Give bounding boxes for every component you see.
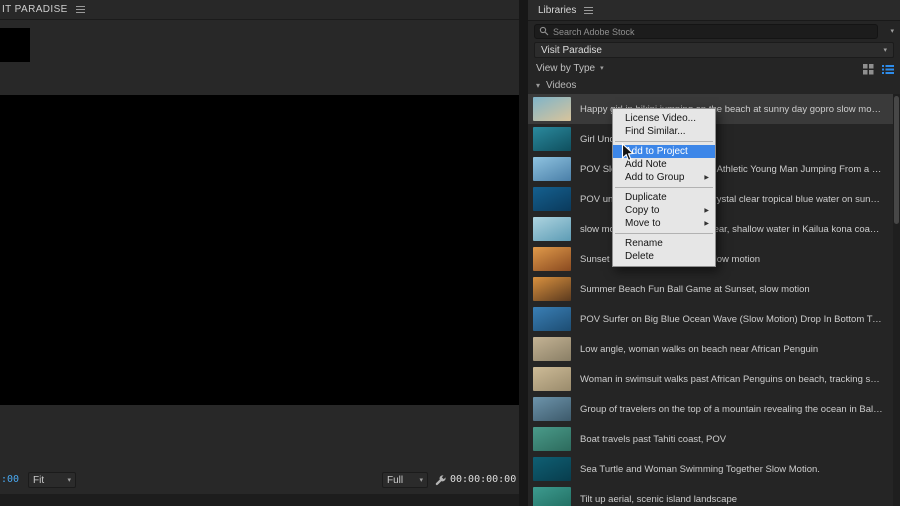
chevron-down-icon: ▾ [883, 46, 887, 54]
video-list-item[interactable]: Group of travelers on the top of a mount… [528, 394, 893, 424]
video-title: Tilt up aerial, scenic island landscape [580, 493, 738, 505]
video-thumbnail [533, 337, 571, 361]
video-list-item[interactable]: Tilt up aerial, scenic island landscape [528, 484, 893, 506]
video-thumbnail [533, 427, 571, 451]
context-menu-item[interactable]: Rename ▶ [613, 237, 715, 250]
panel-menu-icon[interactable] [75, 4, 85, 15]
context-menu-item[interactable]: Add to Group ▶ [613, 171, 715, 184]
video-title: Boat travels past Tahiti coast, POV [580, 433, 727, 445]
menu-item-label: Duplicate [625, 192, 667, 203]
menu-separator [615, 141, 713, 142]
submenu-arrow-icon: ▶ [704, 220, 709, 227]
search-icon [539, 23, 549, 41]
chevron-down-icon[interactable]: ▾ [890, 28, 894, 35]
chevron-down-icon: ▾ [67, 476, 71, 484]
video-thumbnail [533, 487, 571, 506]
panel-bottom-strip [0, 494, 519, 506]
video-thumbnail [533, 127, 571, 151]
panel-menu-icon[interactable] [584, 5, 594, 16]
settings-wrench-icon[interactable] [434, 474, 447, 487]
chevron-down-icon: ▾ [600, 65, 604, 72]
video-preview-fragment [0, 28, 30, 62]
context-menu-item[interactable]: Find Similar... ▶ [613, 125, 715, 138]
context-menu: License Video... ▶ Find Similar... ▶ Add… [612, 108, 716, 267]
zoom-level-dropdown[interactable]: Fit ▾ [28, 472, 76, 488]
video-thumbnail [533, 307, 571, 331]
videos-section-header[interactable]: ▾ Videos [528, 78, 900, 93]
duration-timecode: 00:00:00:00 [450, 474, 517, 485]
libraries-tab-label[interactable]: Libraries [528, 5, 576, 16]
search-input[interactable] [553, 26, 873, 37]
context-menu-item[interactable]: Add to Project ▶ [613, 145, 715, 158]
search-row: ▾ [528, 24, 900, 40]
menu-item-label: Copy to [625, 205, 660, 216]
menu-item-label: Add to Project [625, 146, 688, 157]
panel-divider[interactable] [519, 0, 528, 506]
playback-resolution-value: Full [387, 474, 404, 486]
video-thumbnail [533, 187, 571, 211]
library-selector-dropdown[interactable]: Visit Paradise ▾ [534, 42, 894, 58]
video-title: Woman in swimsuit walks past African Pen… [580, 373, 884, 385]
context-menu-item[interactable]: License Video... ▶ [613, 112, 715, 125]
video-title: Group of travelers on the top of a mount… [580, 403, 893, 415]
libraries-header: Libraries [528, 0, 900, 21]
program-monitor-viewport [0, 95, 519, 405]
video-title: POV Surfer on Big Blue Ocean Wave (Slow … [580, 313, 893, 325]
video-thumbnail [533, 367, 571, 391]
menu-item-label: Move to [625, 218, 661, 229]
library-name: Visit Paradise [541, 44, 602, 56]
video-title: Sea Turtle and Woman Swimming Together S… [580, 463, 820, 475]
menu-item-label: Add to Group [625, 172, 685, 183]
menu-item-label: Rename [625, 238, 663, 249]
video-list-item[interactable]: Sea Turtle and Woman Swimming Together S… [528, 454, 893, 484]
video-thumbnail [533, 277, 571, 301]
video-thumbnail [533, 97, 571, 121]
menu-item-label: Delete [625, 251, 654, 262]
current-timecode[interactable]: :00 [1, 474, 19, 485]
view-by-label: View by Type [536, 63, 596, 74]
scrollbar-track[interactable] [893, 94, 900, 506]
context-menu-item[interactable]: Add Note ▶ [613, 158, 715, 171]
panel-tab-label[interactable]: IT PARADISE [0, 4, 68, 15]
menu-separator [615, 187, 713, 188]
video-list-item[interactable]: Boat travels past Tahiti coast, POV [528, 424, 893, 454]
video-list-item[interactable]: Woman in swimsuit walks past African Pen… [528, 364, 893, 394]
menu-item-label: Add Note [625, 159, 667, 170]
menu-item-label: License Video... [625, 113, 696, 124]
video-list-item[interactable]: POV Surfer on Big Blue Ocean Wave (Slow … [528, 304, 893, 334]
search-box[interactable] [534, 24, 878, 39]
program-monitor-panel: IT PARADISE :00 Fit ▾ Full ▾ 00:00:00:00 [0, 0, 519, 506]
menu-item-label: Find Similar... [625, 126, 686, 137]
video-thumbnail [533, 457, 571, 481]
chevron-down-icon: ▾ [419, 476, 423, 484]
monitor-controls-bar: :00 Fit ▾ Full ▾ 00:00:00:00 [0, 468, 519, 494]
submenu-arrow-icon: ▶ [704, 207, 709, 214]
video-title: Summer Beach Fun Ball Game at Sunset, sl… [580, 283, 810, 295]
submenu-arrow-icon: ▶ [704, 174, 709, 181]
menu-separator [615, 233, 713, 234]
context-menu-item[interactable]: Delete ▶ [613, 250, 715, 263]
context-menu-item[interactable]: Duplicate ▶ [613, 191, 715, 204]
video-thumbnail [533, 217, 571, 241]
video-list-item[interactable]: Summer Beach Fun Ball Game at Sunset, sl… [528, 274, 893, 304]
video-thumbnail [533, 247, 571, 271]
context-menu-item[interactable]: Copy to ▶ [613, 204, 715, 217]
zoom-level-value: Fit [33, 474, 45, 486]
video-title: Low angle, woman walks on beach near Afr… [580, 343, 819, 355]
view-by-dropdown[interactable]: View by Type ▾ [528, 63, 604, 74]
scrollbar-thumb[interactable] [894, 96, 899, 224]
video-thumbnail [533, 397, 571, 421]
application-window: IT PARADISE :00 Fit ▾ Full ▾ 00:00:00:00 [0, 0, 900, 506]
disclosure-triangle-icon: ▾ [536, 80, 541, 90]
video-list-item[interactable]: Low angle, woman walks on beach near Afr… [528, 334, 893, 364]
videos-section-label: Videos [546, 80, 577, 91]
context-menu-item[interactable]: Move to ▶ [613, 217, 715, 230]
playback-resolution-dropdown[interactable]: Full ▾ [382, 472, 428, 488]
panel-tab-bar: IT PARADISE [0, 0, 519, 20]
video-thumbnail [533, 157, 571, 181]
view-options-row: View by Type ▾ [528, 60, 900, 77]
